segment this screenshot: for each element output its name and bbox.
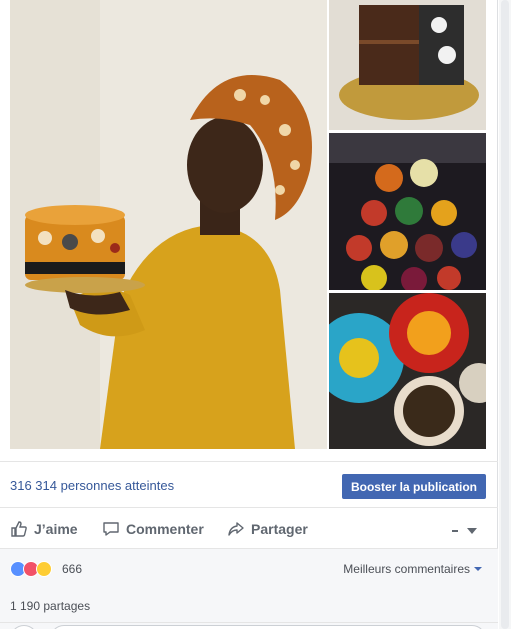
comment-label: Commenter: [126, 521, 204, 537]
reactions-row: 666 Meilleurs commentaires: [0, 549, 498, 589]
comment-button[interactable]: Commenter: [102, 519, 204, 539]
photo-cupcakes[interactable]: [329, 133, 486, 290]
photo-main[interactable]: [10, 0, 327, 449]
shares-row: 1 190 partages: [0, 589, 498, 622]
comment-icon: [102, 520, 120, 538]
post-card: 316 314 personnes atteintes Booster la p…: [0, 0, 498, 629]
like-button[interactable]: J’aime: [10, 519, 78, 539]
comment-sort-select[interactable]: Meilleurs commentaires: [343, 562, 482, 576]
boost-post-button[interactable]: Booster la publication: [342, 474, 486, 499]
reaction-icons[interactable]: [10, 561, 52, 577]
insights-row: 316 314 personnes atteintes Booster la p…: [0, 461, 498, 508]
cakes-tray-image: [329, 293, 486, 449]
photo-sliced-cake[interactable]: [329, 0, 486, 130]
share-button[interactable]: Partager: [227, 519, 308, 539]
like-label: J’aime: [34, 521, 78, 537]
audience-menu-button[interactable]: [452, 521, 484, 541]
reach-text[interactable]: 316 314 personnes atteintes: [10, 478, 174, 493]
cupcakes-image: [329, 133, 486, 290]
scrollbar-thumb[interactable]: [501, 0, 509, 629]
caret-down-icon: [474, 567, 482, 571]
share-label: Partager: [251, 521, 308, 537]
photo-cakes-tray[interactable]: [329, 293, 486, 449]
share-icon: [227, 520, 245, 538]
reaction-count[interactable]: 666: [62, 562, 82, 576]
comment-input[interactable]: [50, 625, 486, 629]
sliced-cake-image: [329, 0, 486, 130]
woman-cake-image: [10, 0, 327, 449]
chevron-down-icon: [452, 524, 478, 538]
sort-label: Meilleurs commentaires: [343, 562, 470, 576]
photo-grid: [10, 0, 486, 449]
thumbs-up-icon: [10, 520, 28, 538]
post-actions: J’aime Commenter Partager: [0, 509, 498, 549]
wow-reaction-icon: [36, 561, 52, 577]
shares-count[interactable]: 1 190 partages: [10, 599, 90, 613]
